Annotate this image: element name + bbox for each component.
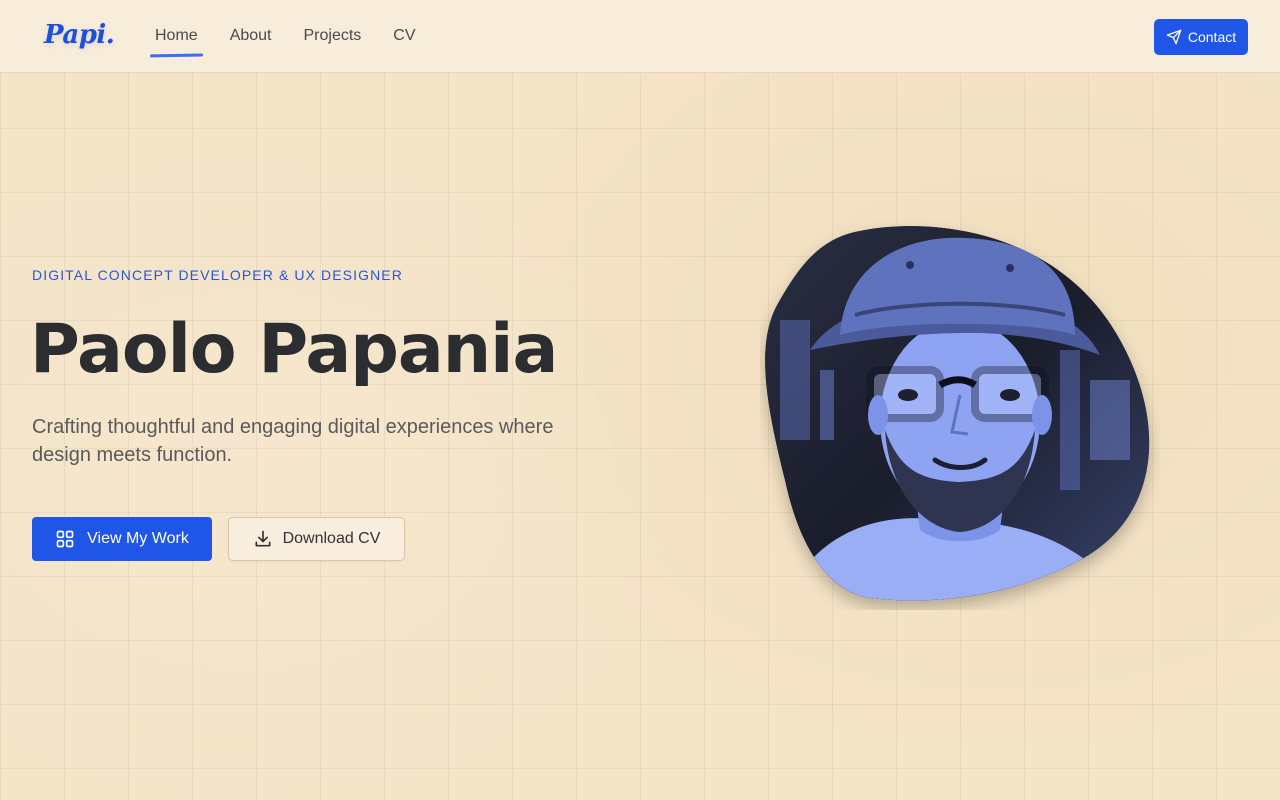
- portrait-image: [765, 226, 1150, 601]
- download-cv-label: Download CV: [282, 530, 381, 547]
- nav-home[interactable]: Home: [155, 27, 198, 45]
- view-work-label: View My Work: [87, 530, 189, 547]
- nav-cv[interactable]: CV: [393, 27, 415, 45]
- send-icon: [1166, 29, 1182, 45]
- contact-button-label: Contact: [1187, 29, 1237, 45]
- view-work-button[interactable]: View My Work: [32, 517, 212, 561]
- site-header: Papi. Home About Projects CV Contact: [0, 0, 1280, 73]
- nav-projects[interactable]: Projects: [304, 27, 362, 45]
- grid-icon: [56, 530, 74, 548]
- hero-name: Paolo Papania: [30, 310, 558, 389]
- nav-about[interactable]: About: [230, 27, 272, 45]
- download-cv-button[interactable]: Download CV: [228, 517, 405, 561]
- hero-tagline: DIGITAL CONCEPT DEVELOPER & UX DESIGNER: [32, 267, 403, 283]
- download-icon: [255, 530, 271, 547]
- contact-button[interactable]: Contact: [1154, 19, 1248, 55]
- logo[interactable]: Papi.: [44, 20, 115, 50]
- main-nav: Home About Projects CV: [155, 27, 448, 45]
- hero-subtitle: Crafting thoughtful and engaging digital…: [32, 416, 554, 466]
- page: Papi. Home About Projects CV Contact DIG…: [0, 0, 1280, 800]
